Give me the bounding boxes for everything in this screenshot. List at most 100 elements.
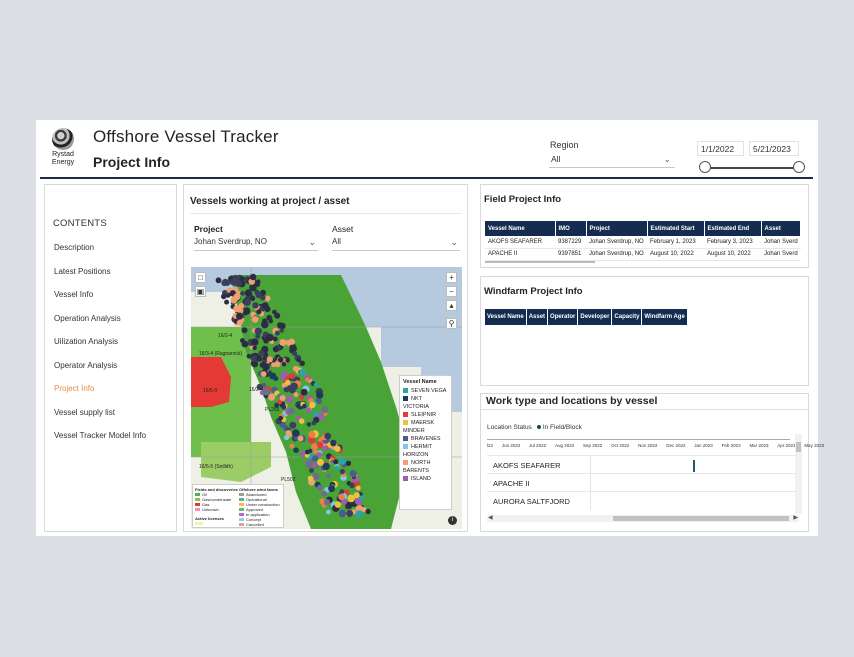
legend-item[interactable]: VICTORIA [403, 403, 448, 411]
select-icon[interactable]: ▣ [195, 286, 206, 297]
legend-item[interactable]: SLEIPNIR [403, 411, 448, 419]
vessel-position-dot[interactable] [345, 460, 352, 466]
vessel-position-dot[interactable] [274, 312, 281, 319]
vessel-position-dot[interactable] [297, 435, 304, 442]
vessel-position-dot[interactable] [289, 343, 297, 351]
vessel-position-dot[interactable] [256, 279, 261, 284]
vessel-position-dot[interactable] [241, 327, 248, 334]
zoom-out-icon[interactable]: − [446, 286, 457, 297]
column-header[interactable]: IMO [555, 221, 587, 236]
scroll-thumb[interactable] [613, 516, 789, 521]
vessel-position-dot[interactable] [311, 443, 318, 450]
vessel-position-dot[interactable] [300, 388, 308, 396]
vessel-position-dot[interactable] [284, 435, 289, 441]
asset-dropdown[interactable]: All ⌄ [332, 237, 460, 251]
vessel-map[interactable]: □ ▣ + − ▴ ⚲ 16/3-4 (Ragnarock) 16/2-4 16… [191, 267, 462, 529]
vessel-position-dot[interactable] [312, 455, 319, 462]
vessel-position-dot[interactable] [339, 489, 345, 494]
vessel-position-dot[interactable] [328, 485, 335, 493]
field-table-scrollbar[interactable] [485, 261, 595, 263]
vessel-position-dot[interactable] [279, 339, 287, 346]
vessel-position-dot[interactable] [321, 406, 329, 414]
vessel-position-dot[interactable] [288, 373, 296, 380]
date-end-input[interactable]: 5/21/2023 [749, 141, 799, 156]
vessel-position-dot[interactable] [281, 404, 287, 410]
vessel-position-dot[interactable] [338, 457, 347, 465]
column-header[interactable]: Vessel Name [485, 221, 556, 236]
vessel-position-dot[interactable] [302, 403, 307, 409]
vessel-position-dot[interactable] [233, 305, 241, 313]
compass-icon[interactable]: ▴ [446, 300, 457, 311]
legend-item[interactable]: MAERSK [403, 419, 448, 427]
vessel-position-dot[interactable] [281, 361, 287, 367]
vessel-position-dot[interactable] [236, 319, 243, 326]
legend-item[interactable]: MINDER [403, 427, 448, 435]
vessel-position-dot[interactable] [288, 338, 295, 345]
vessel-position-dot[interactable] [286, 395, 293, 403]
vessel-position-dot[interactable] [221, 279, 228, 287]
vessel-position-dot[interactable] [251, 316, 259, 323]
gantt-bar[interactable] [693, 460, 695, 472]
vessel-position-dot[interactable] [262, 363, 270, 371]
vessel-position-dot[interactable] [262, 355, 268, 361]
vessel-position-dot[interactable] [268, 318, 273, 324]
date-start-input[interactable]: 1/1/2022 [697, 141, 744, 156]
nav-operation-analysis[interactable]: Operation Analysis [54, 314, 121, 323]
vessel-position-dot[interactable] [305, 460, 313, 468]
vessel-position-dot[interactable] [221, 293, 227, 300]
legend-item[interactable]: HORIZON [403, 451, 448, 459]
vessel-position-dot[interactable] [365, 508, 371, 515]
vessel-position-dot[interactable] [236, 312, 244, 320]
vessel-position-dot[interactable] [299, 368, 306, 376]
vessel-position-dot[interactable] [296, 357, 301, 363]
table-row[interactable]: APACHE II 9397851 Johan Sverdrup, NO August… [485, 248, 801, 261]
column-header[interactable]: Estimated End [704, 221, 762, 236]
vessel-position-dot[interactable] [322, 462, 330, 471]
gantt-horizontal-scrollbar[interactable]: ◀ ▶ [487, 515, 799, 522]
nav-operator-analysis[interactable]: Operator Analysis [54, 361, 117, 370]
date-range-slider[interactable] [705, 167, 799, 169]
column-header[interactable]: Capacity [611, 309, 643, 325]
project-dropdown[interactable]: Johan Sverdrup, NO ⌄ [194, 237, 318, 251]
vessel-position-dot[interactable] [256, 309, 262, 315]
vessel-position-dot[interactable] [312, 448, 318, 455]
legend-item[interactable]: ISLAND [403, 475, 448, 483]
vessel-position-dot[interactable] [278, 415, 283, 421]
vessel-position-dot[interactable] [346, 509, 354, 517]
column-header[interactable]: Estimated Start [647, 221, 705, 236]
vessel-position-dot[interactable] [273, 376, 279, 381]
legend-item[interactable]: NORTH [403, 459, 448, 467]
vessel-position-dot[interactable] [353, 492, 360, 499]
vessel-position-dot[interactable] [326, 473, 331, 479]
vessel-position-dot[interactable] [252, 302, 259, 309]
nav-project-info[interactable]: Project Info [54, 384, 94, 393]
vessel-position-dot[interactable] [317, 441, 324, 448]
vessel-position-dot[interactable] [285, 429, 292, 436]
vessel-position-dot[interactable] [287, 407, 295, 415]
nav-vessel-supply-list[interactable]: Vessel supply list [54, 408, 115, 417]
vessel-position-dot[interactable] [249, 273, 257, 281]
vessel-position-dot[interactable] [311, 420, 317, 426]
vessel-position-dot[interactable] [285, 358, 290, 363]
vessel-position-dot[interactable] [289, 443, 295, 449]
vessel-position-dot[interactable] [224, 299, 230, 305]
vessel-position-dot[interactable] [293, 447, 299, 453]
vessel-position-dot[interactable] [355, 510, 364, 518]
legend-item[interactable]: BRAVENES [403, 435, 448, 443]
vessel-position-dot[interactable] [252, 361, 259, 368]
column-header[interactable]: Project [586, 221, 648, 236]
vessel-position-dot[interactable] [321, 490, 328, 497]
vessel-position-dot[interactable] [289, 421, 297, 429]
vessel-position-dot[interactable] [277, 357, 284, 363]
vessel-position-dot[interactable] [285, 379, 291, 386]
vessel-position-dot[interactable] [243, 298, 251, 306]
column-header[interactable]: Asset [526, 309, 549, 325]
vessel-position-dot[interactable] [324, 499, 330, 505]
vessel-position-dot[interactable] [330, 439, 337, 447]
lasso-icon[interactable]: □ [195, 272, 206, 283]
legend-item[interactable]: HERMIT [403, 443, 448, 451]
vessel-position-dot[interactable] [254, 327, 262, 335]
vessel-position-dot[interactable] [241, 340, 249, 348]
vessel-position-dot[interactable] [279, 328, 284, 333]
region-dropdown[interactable]: All ⌄ [549, 154, 675, 168]
